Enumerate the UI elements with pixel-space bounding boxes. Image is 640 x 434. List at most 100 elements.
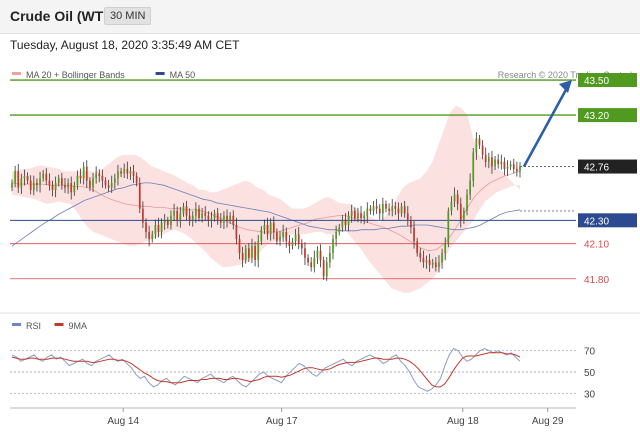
candle-body	[201, 213, 203, 218]
candle-body	[17, 171, 20, 188]
candle-body	[110, 182, 113, 188]
candle-body	[425, 260, 428, 263]
rsi-legend-swatch	[54, 323, 64, 326]
level-label: 43.50	[584, 76, 609, 87]
candle-body	[51, 185, 54, 190]
candle-body	[126, 168, 129, 174]
candle-body	[397, 208, 400, 214]
candle-body	[475, 138, 478, 153]
candle-body	[310, 262, 313, 268]
candle-body	[123, 168, 126, 174]
candle-body	[216, 213, 219, 221]
candle-body	[441, 253, 443, 263]
candle-body	[107, 185, 110, 188]
candle-body	[319, 250, 322, 261]
candle-body	[419, 253, 422, 258]
candle-body	[366, 208, 369, 216]
candle-body	[434, 262, 437, 268]
candle-body	[173, 210, 175, 216]
candle-body	[129, 171, 132, 174]
candle-body	[285, 232, 288, 242]
candle-body	[316, 250, 319, 258]
candle-body	[266, 224, 269, 235]
candle-body	[276, 232, 278, 242]
candle-body	[497, 159, 500, 165]
candle-body	[113, 178, 116, 183]
candle-body	[410, 220, 412, 228]
candle-body	[512, 164, 515, 169]
candle-body	[450, 201, 453, 211]
candle-body	[120, 171, 122, 174]
candle-body	[36, 182, 38, 186]
candle-body	[210, 217, 213, 221]
chart-canvas: MA 20 + Bollinger Bands MA 50 Research © 2…	[0, 70, 640, 427]
candle-body	[29, 180, 32, 190]
candle-body	[297, 234, 300, 244]
candle-body	[353, 210, 356, 218]
candle-body	[39, 178, 41, 186]
candle-body	[57, 178, 60, 183]
candle-body	[32, 182, 35, 190]
candle-body	[182, 206, 185, 214]
candle-body	[70, 182, 73, 193]
rsi-level-label: 70	[584, 347, 596, 358]
candle-body	[244, 248, 247, 261]
candle-body	[509, 164, 512, 167]
candle-body	[406, 213, 409, 221]
candle-body	[444, 243, 447, 254]
candle-body	[48, 180, 51, 186]
candle-body	[23, 175, 26, 179]
candle-body	[176, 210, 179, 221]
candle-body	[54, 182, 57, 190]
candle-body	[232, 215, 235, 225]
candle-body	[516, 168, 518, 172]
candle-body	[360, 213, 362, 218]
candle-body	[431, 262, 434, 265]
candle-body	[151, 234, 154, 240]
candle-body	[157, 224, 160, 233]
candle-body	[238, 239, 241, 254]
candle-body	[95, 173, 98, 179]
candle-body	[344, 220, 347, 225]
candle-body	[378, 208, 381, 214]
candle-body	[198, 208, 200, 218]
candle-body	[487, 157, 490, 162]
candle-body	[207, 215, 210, 221]
candle-body	[291, 241, 294, 247]
candle-body	[185, 206, 188, 216]
candle-body	[453, 194, 456, 202]
level-label: 42.30	[584, 216, 609, 227]
candle-body	[263, 224, 266, 230]
candle-body	[372, 206, 375, 211]
candle-body	[494, 159, 496, 167]
candle-body	[223, 215, 225, 223]
candle-body	[466, 194, 468, 211]
candle-body	[20, 178, 23, 188]
candle-body	[163, 220, 166, 223]
candle-body	[64, 185, 66, 188]
candle-body	[254, 246, 256, 261]
candle-body	[313, 257, 316, 268]
candle-body	[300, 243, 303, 249]
candle-body	[350, 210, 353, 216]
candle-body	[204, 213, 207, 216]
candle-body	[45, 173, 48, 181]
candle-body	[219, 220, 222, 223]
candle-body	[447, 210, 450, 244]
candle-body	[288, 241, 291, 247]
candle-body	[428, 260, 431, 265]
candle-body	[478, 138, 481, 146]
forecast-arrow	[522, 85, 570, 168]
x-tick-label: Aug 14	[107, 416, 139, 427]
candle-body	[416, 241, 419, 254]
candle-body	[82, 166, 85, 179]
legend-swatch	[12, 72, 21, 75]
candle-body	[347, 215, 350, 225]
candle-body	[61, 178, 63, 186]
level-label: 42.10	[584, 240, 609, 251]
candle-body	[76, 175, 79, 186]
candle-body	[472, 152, 475, 181]
candle-body	[388, 208, 390, 211]
candle-body	[304, 248, 306, 258]
candle-body	[11, 182, 13, 188]
